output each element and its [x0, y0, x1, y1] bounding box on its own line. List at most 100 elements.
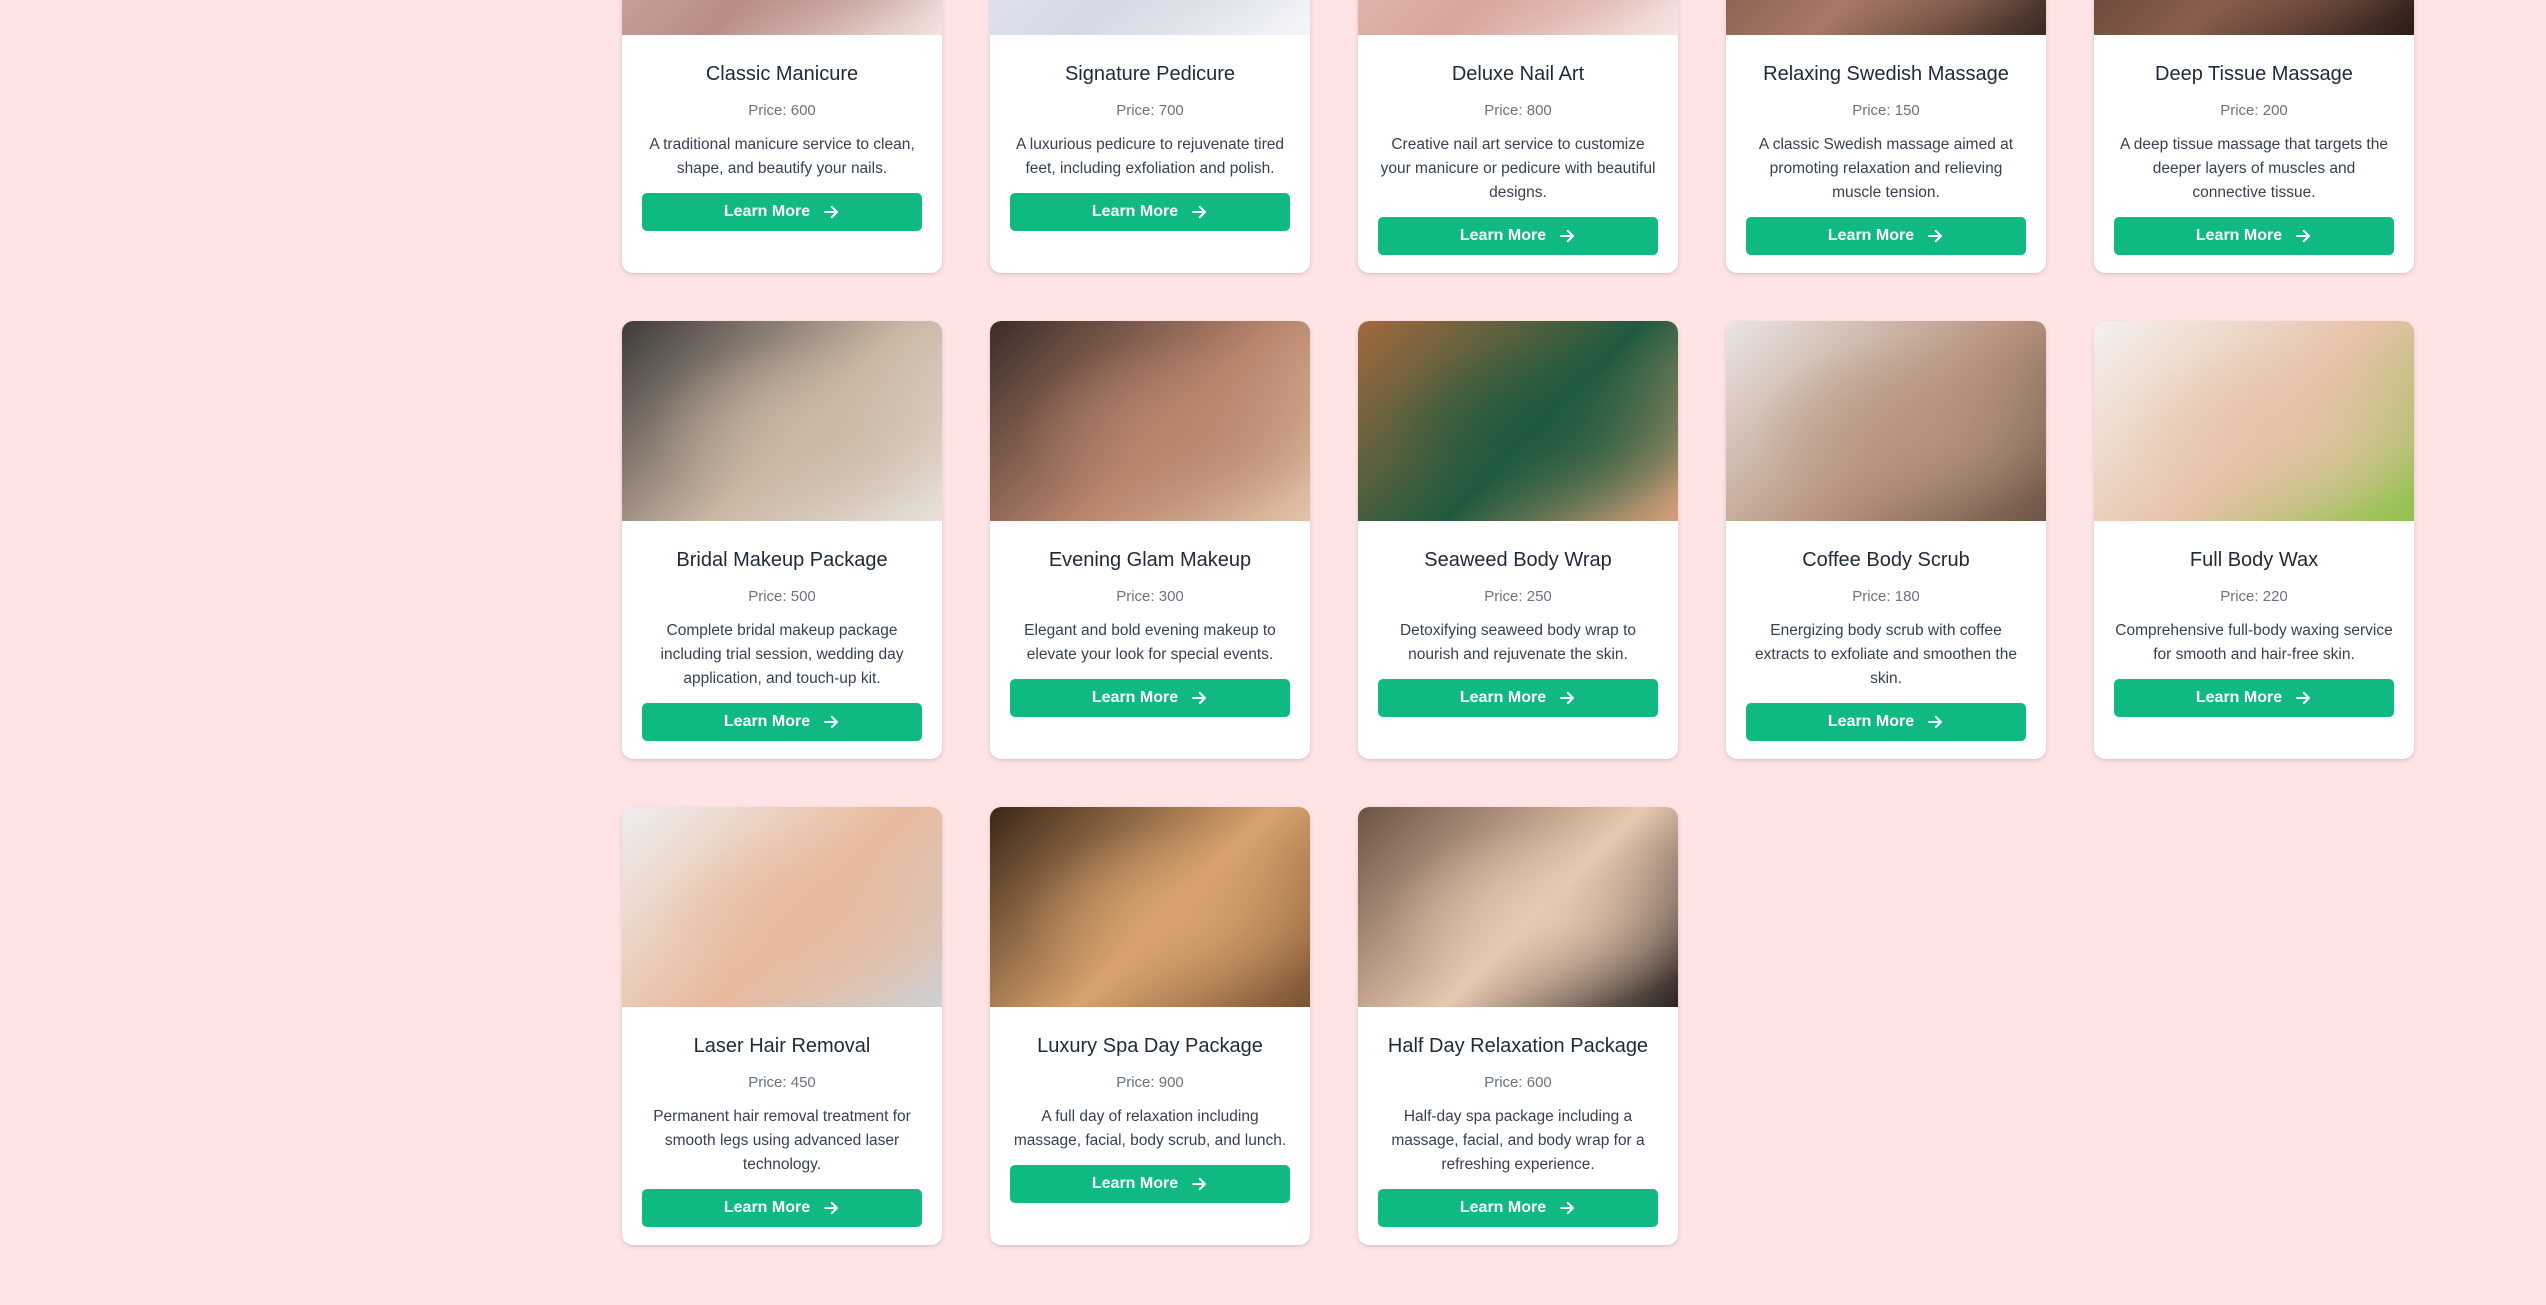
service-price: Price: 180	[1852, 588, 1920, 605]
service-image	[1358, 807, 1678, 1007]
arrow-right-icon	[1192, 205, 1207, 219]
learn-more-label: Learn More	[723, 713, 811, 730]
learn-more-button[interactable]: Learn More	[1010, 193, 1290, 231]
learn-more-button[interactable]: Learn More	[1378, 1189, 1658, 1227]
arrow-right-icon	[1928, 715, 1943, 729]
service-description: Half-day spa package including a massage…	[1391, 1108, 1645, 1173]
service-image	[622, 321, 942, 521]
service-title: Bridal Makeup Package	[676, 549, 888, 571]
service-card-body: Full Body Wax Price: 220 Comprehensive ful…	[2094, 521, 2414, 737]
service-card: Half Day Relaxation Package Price: 600 Hal…	[1358, 807, 1678, 1245]
arrow-right-icon	[1192, 691, 1207, 705]
service-image	[622, 807, 942, 1007]
learn-more-label: Learn More	[2195, 227, 2283, 244]
service-price: Price: 600	[1484, 1074, 1552, 1091]
learn-more-label: Learn More	[1827, 227, 1915, 244]
service-card-body: Bridal Makeup Package Price: 500 Complete …	[622, 521, 942, 759]
learn-more-label: Learn More	[1091, 203, 1179, 220]
service-card-body: Classic Manicure Price: 600 A traditional …	[622, 35, 942, 251]
learn-more-button[interactable]: Learn More	[1746, 703, 2026, 741]
service-card-body: Luxury Spa Day Package Price: 900 A full d…	[990, 1007, 1310, 1223]
service-title: Laser Hair Removal	[693, 1035, 871, 1057]
service-card-body: Signature Pedicure Price: 700 A luxurious …	[990, 35, 1310, 251]
service-price: Price: 700	[1116, 102, 1184, 119]
service-card: Luxury Spa Day Package Price: 900 A full d…	[990, 807, 1310, 1245]
service-price: Price: 150	[1852, 102, 1920, 119]
learn-more-button[interactable]: Learn More	[642, 193, 922, 231]
service-card: Seaweed Body Wrap Price: 250 Detoxifying s…	[1358, 321, 1678, 759]
service-title: Full Body Wax	[2189, 549, 2319, 571]
service-card-body: Seaweed Body Wrap Price: 250 Detoxifying s…	[1358, 521, 1678, 737]
service-title: Deluxe Nail Art	[1451, 63, 1585, 85]
service-price: Price: 900	[1116, 1074, 1184, 1091]
service-price: Price: 450	[748, 1074, 816, 1091]
service-price: Price: 300	[1116, 588, 1184, 605]
service-title: Evening Glam Makeup	[1048, 549, 1252, 571]
learn-more-button[interactable]: Learn More	[1746, 217, 2026, 255]
learn-more-label: Learn More	[1459, 689, 1547, 706]
service-description: Complete bridal makeup package including…	[660, 622, 904, 687]
arrow-right-icon	[1560, 691, 1575, 705]
arrow-right-icon	[824, 715, 839, 729]
learn-more-label: Learn More	[1459, 227, 1547, 244]
service-card: Laser Hair Removal Price: 450 Permanent ha…	[622, 807, 942, 1245]
service-description: A deep tissue massage that targets the d…	[2120, 136, 2388, 201]
learn-more-label: Learn More	[1091, 1175, 1179, 1192]
service-card: Signature Pedicure Price: 700 A luxurious …	[990, 0, 1310, 273]
arrow-right-icon	[1560, 229, 1575, 243]
learn-more-button[interactable]: Learn More	[1010, 1165, 1290, 1203]
service-title: Half Day Relaxation Package	[1387, 1035, 1649, 1057]
service-title: Classic Manicure	[705, 63, 859, 85]
service-title: Relaxing Swedish Massage	[1763, 63, 2009, 85]
service-description: A classic Swedish massage aimed at promo…	[1758, 136, 2014, 201]
learn-more-button[interactable]: Learn More	[642, 1189, 922, 1227]
learn-more-label: Learn More	[723, 1199, 811, 1216]
service-title: Signature Pedicure	[1064, 63, 1236, 85]
service-description: Detoxifying seaweed body wrap to nourish…	[1399, 622, 1637, 663]
arrow-right-icon	[824, 205, 839, 219]
arrow-right-icon	[2296, 691, 2311, 705]
service-card-body: Evening Glam Makeup Price: 300 Elegant and…	[990, 521, 1310, 737]
learn-more-button[interactable]: Learn More	[1378, 679, 1658, 717]
service-title: Coffee Body Scrub	[1802, 549, 1970, 571]
service-image	[990, 807, 1310, 1007]
arrow-right-icon	[2296, 229, 2311, 243]
service-card: Classic Manicure Price: 600 A traditional …	[622, 0, 942, 273]
arrow-right-icon	[1192, 1177, 1207, 1191]
service-card: Evening Glam Makeup Price: 300 Elegant and…	[990, 321, 1310, 759]
service-title: Seaweed Body Wrap	[1424, 549, 1612, 571]
service-card: Relaxing Swedish Massage Price: 150 A clas…	[1726, 0, 2046, 273]
learn-more-button[interactable]: Learn More	[642, 703, 922, 741]
service-image	[1358, 0, 1678, 35]
service-price: Price: 500	[748, 588, 816, 605]
service-description: A luxurious pedicure to rejuvenate tired…	[1016, 136, 1284, 177]
service-price: Price: 200	[2220, 102, 2288, 119]
learn-more-label: Learn More	[1827, 713, 1915, 730]
services-grid: Classic Manicure Price: 600 A traditional …	[622, 0, 2414, 1245]
service-card-body: Half Day Relaxation Package Price: 600 Hal…	[1358, 1007, 1678, 1245]
service-image	[1726, 0, 2046, 35]
learn-more-button[interactable]: Learn More	[1010, 679, 1290, 717]
service-description: Elegant and bold evening makeup to eleva…	[1024, 622, 1276, 663]
service-description: Permanent hair removal treatment for smo…	[653, 1108, 911, 1173]
learn-more-label: Learn More	[1091, 689, 1179, 706]
service-card-body: Deep Tissue Massage Price: 200 A deep tiss…	[2094, 35, 2414, 273]
service-card: Bridal Makeup Package Price: 500 Complete …	[622, 321, 942, 759]
service-card: Deluxe Nail Art Price: 800 Creative nail a…	[1358, 0, 1678, 273]
learn-more-label: Learn More	[2195, 689, 2283, 706]
learn-more-button[interactable]: Learn More	[2114, 679, 2394, 717]
service-price: Price: 600	[748, 102, 816, 119]
arrow-right-icon	[1560, 1201, 1575, 1215]
learn-more-button[interactable]: Learn More	[1378, 217, 1658, 255]
learn-more-label: Learn More	[1459, 1199, 1547, 1216]
service-price: Price: 220	[2220, 588, 2288, 605]
learn-more-button[interactable]: Learn More	[2114, 217, 2394, 255]
service-card-body: Coffee Body Scrub Price: 180 Energizing bo…	[1726, 521, 2046, 759]
service-description: A traditional manicure service to clean,…	[649, 136, 915, 177]
service-image	[1726, 321, 2046, 521]
service-description: Comprehensive full-body waxing service f…	[2115, 622, 2393, 663]
learn-more-label: Learn More	[723, 203, 811, 220]
service-title: Deep Tissue Massage	[2155, 63, 2353, 85]
service-description: A full day of relaxation including massa…	[1013, 1108, 1287, 1149]
service-card-body: Deluxe Nail Art Price: 800 Creative nail a…	[1358, 35, 1678, 273]
